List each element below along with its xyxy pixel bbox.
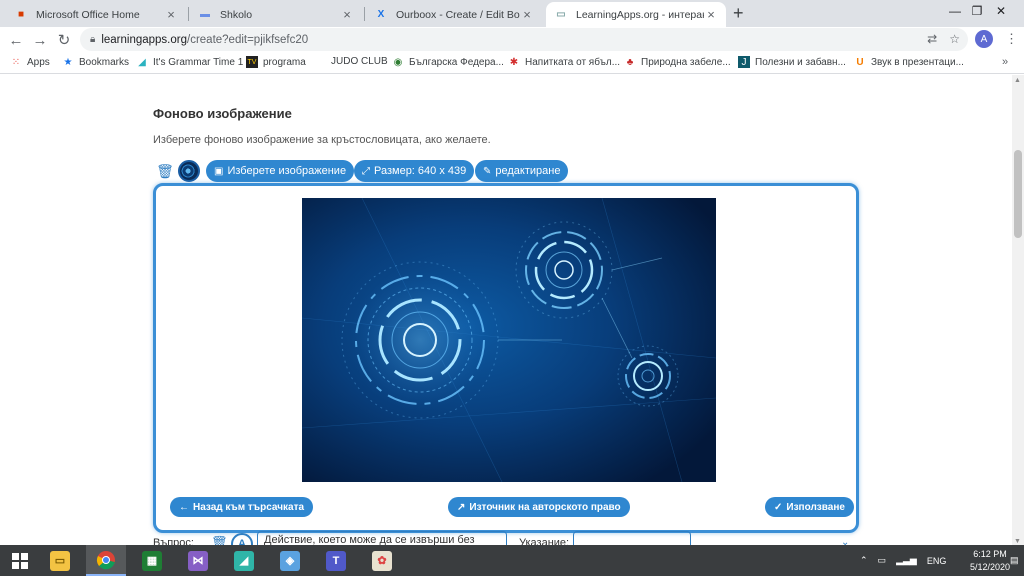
use-image-button[interactable]: ✓ Използване <box>765 497 854 517</box>
arrow-left-icon: ← <box>179 501 189 513</box>
edit-icon: ✎ <box>483 165 492 177</box>
image-thumbnail[interactable] <box>178 160 200 182</box>
3d-viewer-icon[interactable]: ◈ <box>270 545 310 576</box>
chevron-down-icon[interactable]: ⌄ <box>841 537 849 545</box>
windows-start-icon[interactable] <box>0 545 40 576</box>
new-tab-button[interactable]: + <box>733 3 744 24</box>
shkolo-icon: ▬ <box>200 9 210 20</box>
visual-studio-icon[interactable]: ⋈ <box>178 545 218 576</box>
bookmark-federation[interactable]: ◉ Българска Федера... <box>392 56 504 68</box>
network-icon[interactable]: ▂▃▅ <box>896 555 917 566</box>
bookmark-judo[interactable]: JUDO CLUB <box>331 56 388 67</box>
tab-strip: ■ Microsoft Office Home × ▬ Shkolo × X O… <box>0 0 1024 27</box>
chrome-icon[interactable] <box>86 545 126 576</box>
letter-button[interactable]: A <box>231 533 253 545</box>
bookmark-nature[interactable]: ♣ Природна забеле... <box>624 56 731 68</box>
check-circle-icon: ✓ <box>774 501 783 513</box>
avatar[interactable]: A <box>975 30 993 48</box>
chevron-up-icon[interactable]: ⌃ <box>860 555 868 566</box>
window-close-icon[interactable]: ✕ <box>978 0 1024 22</box>
choose-image-button[interactable]: ▣ Изберете изображение <box>206 160 355 182</box>
section-description: Изберете фоново изображение за кръстосло… <box>153 134 491 146</box>
nature-icon: ♣ <box>626 56 634 68</box>
action-center-icon[interactable]: ▤ <box>1010 545 1019 576</box>
size-button[interactable]: ⤢ Размер: 640 x 439 <box>354 160 475 182</box>
notifications-icon[interactable]: ▭ <box>878 555 887 566</box>
bookmark-programa[interactable]: TV programa <box>246 56 306 68</box>
image-icon: ▣ <box>214 165 224 177</box>
hint-label: Указание: <box>519 537 570 545</box>
tab-office[interactable]: ■ Microsoft Office Home × <box>6 2 186 27</box>
paint-icon[interactable]: ✿ <box>362 545 402 576</box>
bookmark-useful[interactable]: J Полезни и забавн... <box>738 56 846 68</box>
hint-input[interactable] <box>573 531 691 545</box>
tab-learningapps[interactable]: ▭ LearningApps.org - интерактиви × <box>546 2 726 27</box>
page-scrollbar[interactable] <box>1012 75 1024 545</box>
image-dialog: ← Назад към търсачката ↗ Източник на авт… <box>153 183 859 533</box>
more-bookmarks-icon[interactable]: » <box>1002 56 1008 68</box>
question-input[interactable]: Действие, което може да се извърши без <box>257 531 507 545</box>
kebab-menu-icon[interactable]: ⋮ <box>1005 31 1018 47</box>
bookmark-sound[interactable]: U Звук в презентаци... <box>854 56 964 68</box>
scroll-up-icon[interactable]: ▲ <box>1014 77 1021 84</box>
back-arrow-icon[interactable]: ← <box>6 30 26 50</box>
calculator-icon[interactable]: ▦ <box>132 545 172 576</box>
office-icon: ■ <box>17 9 25 20</box>
trash-icon[interactable]: 🗑︎ <box>211 535 228 545</box>
tv-icon: TV <box>246 56 258 68</box>
copyright-source-button[interactable]: ↗ Източник на авторското право <box>448 497 630 517</box>
ourboox-icon: X <box>377 9 385 20</box>
close-icon[interactable]: × <box>704 7 718 22</box>
teams-icon[interactable]: T <box>316 545 356 576</box>
learningapps-icon: ▭ <box>556 9 566 20</box>
resize-arrows-icon: ⤢ <box>362 165 370 177</box>
clock[interactable]: 6:12 PM 5/12/2020 <box>968 548 1012 574</box>
forward-arrow-icon[interactable]: → <box>30 30 50 50</box>
bookmark-star-icon[interactable]: ☆ <box>949 32 960 46</box>
apps-grid-icon: ⁙ <box>11 56 21 68</box>
url-input[interactable]: 🔒︎ learningapps.org/create?edit=pjikfsef… <box>80 28 968 51</box>
j-icon: J <box>738 56 750 68</box>
close-icon[interactable]: × <box>340 7 354 22</box>
section-title: Фоново изображение <box>153 106 292 121</box>
bookmarks-bar: ⁙ Apps ★ Bookmarks ◢ It's Grammar Time 1 TV… <box>0 53 1024 74</box>
address-bar-row: ← → ↻ 🔒︎ learningapps.org/create?edit=pj… <box>0 27 1024 52</box>
apple-icon: ✱ <box>509 56 519 68</box>
telegram-icon[interactable]: ◢ <box>224 545 264 576</box>
tab-ourboox[interactable]: X Ourboox - Create / Edit Book × <box>366 2 542 27</box>
scroll-thumb[interactable] <box>1014 150 1022 238</box>
question-label: Въпрос: <box>153 537 194 545</box>
trash-icon[interactable]: 🗑︎ <box>156 162 174 180</box>
sound-icon: U <box>856 56 864 68</box>
edit-button[interactable]: ✎ редактиране <box>475 160 569 182</box>
taskbar: ▭ ▦ ⋈ ◢ ◈ T ✿ ⌃ ▭ ▂▃▅ ENG 6:12 PM 5/12/2… <box>0 545 1024 576</box>
paper-plane-icon: ◢ <box>138 56 146 68</box>
close-icon[interactable]: × <box>164 7 178 22</box>
close-icon[interactable]: × <box>520 7 534 22</box>
bookmark-apple-drink[interactable]: ✱ Напитката от ябъл... <box>508 56 620 68</box>
star-icon: ★ <box>63 56 73 68</box>
tab-shkolo[interactable]: ▬ Shkolo × <box>190 2 362 27</box>
scroll-down-icon[interactable]: ▼ <box>1014 538 1021 545</box>
lang-indicator[interactable]: ENG <box>927 556 947 566</box>
lock-icon: 🔒︎ <box>90 34 96 45</box>
background-image <box>302 198 716 482</box>
translate-icon[interactable]: ⇄ <box>927 32 937 46</box>
external-link-icon: ↗ <box>457 501 466 513</box>
federation-icon: ◉ <box>393 56 403 68</box>
file-explorer-icon[interactable]: ▭ <box>40 545 80 576</box>
page-content: Фоново изображение Изберете фоново изобр… <box>0 75 1012 545</box>
question-row: Въпрос: 🗑︎ A Действие, което може да се … <box>153 530 853 545</box>
back-to-search-button[interactable]: ← Назад към търсачката <box>170 497 314 517</box>
bookmark-bookmarks[interactable]: ★ Bookmarks <box>62 56 130 68</box>
reload-icon[interactable]: ↻ <box>54 30 74 50</box>
bookmark-apps[interactable]: ⁙ Apps <box>10 56 50 68</box>
bookmark-grammar[interactable]: ◢ It's Grammar Time 1 <box>136 56 243 68</box>
